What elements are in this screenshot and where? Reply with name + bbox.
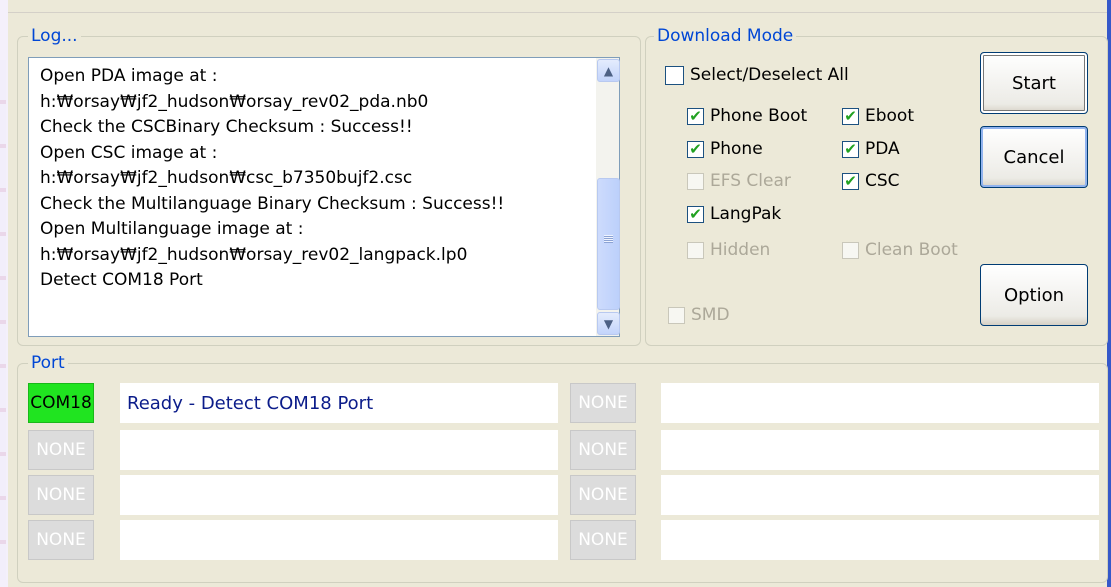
clean-boot-label: Clean Boot [865, 240, 958, 260]
port-title: Port [28, 353, 68, 373]
check-icon[interactable]: ✔ [687, 205, 704, 223]
port-name-cell: NONE [570, 520, 636, 560]
phone-label: Phone [710, 139, 763, 159]
efs-clear-label: EFS Clear [710, 171, 791, 191]
log-lines: Open PDA image at : h:₩orsay₩jf2_hudson₩… [40, 64, 600, 294]
port-name-cell: COM18 [28, 383, 94, 423]
log-line: Open CSC image at : [40, 142, 218, 163]
checkbox-box[interactable] [687, 172, 704, 190]
port-name-cell: NONE [28, 475, 94, 515]
langpak-label: LangPak [710, 204, 782, 224]
port-status [661, 383, 1099, 423]
port-status [120, 430, 558, 470]
log-line: Detect COM18 Port [40, 270, 203, 290]
port-status [661, 520, 1099, 560]
desktop-edge [0, 60, 6, 580]
clean-boot-checkbox[interactable]: Clean Boot [842, 240, 958, 260]
log-line: h:₩orsay₩jf2_hudson₩orsay_rev02_pda.nb0 [40, 91, 429, 112]
select-all-label: Select/Deselect All [690, 65, 849, 85]
check-icon[interactable]: ✔ [687, 140, 704, 158]
check-icon[interactable]: ✔ [842, 107, 859, 125]
start-button[interactable]: Start [980, 52, 1088, 114]
check-icon[interactable]: ✔ [687, 107, 704, 125]
checkbox-box[interactable] [687, 241, 704, 259]
port-status [120, 475, 558, 515]
port-name-cell: NONE [570, 475, 636, 515]
eboot-label: Eboot [865, 106, 914, 126]
log-line: h:₩orsay₩jf2_hudson₩csc_b7350bujf2.csc [40, 168, 413, 188]
hidden-checkbox[interactable]: Hidden [687, 240, 770, 260]
smd-checkbox[interactable]: SMD [668, 305, 730, 325]
port-name-cell: NONE [28, 520, 94, 560]
pda-label: PDA [865, 139, 900, 159]
smd-label: SMD [691, 305, 730, 325]
log-line: Open Multilanguage image at : [40, 219, 304, 239]
checkbox-box[interactable] [842, 241, 859, 259]
log-title: Log... [28, 26, 81, 46]
log-textarea[interactable]: Open PDA image at : h:₩orsay₩jf2_hudson₩… [28, 57, 620, 337]
csc-label: CSC [865, 171, 900, 191]
checkbox-box[interactable] [665, 65, 684, 85]
efs-clear-checkbox[interactable]: EFS Clear [687, 171, 791, 191]
port-status [120, 520, 558, 560]
port-name-cell: NONE [28, 430, 94, 470]
select-all-checkbox[interactable]: Select/Deselect All [665, 65, 849, 85]
csc-checkbox[interactable]: ✔ CSC [842, 171, 900, 191]
phone-boot-checkbox[interactable]: ✔ Phone Boot [687, 106, 807, 126]
grip-icon [604, 235, 613, 243]
phone-boot-label: Phone Boot [710, 106, 808, 126]
check-icon[interactable]: ✔ [842, 140, 859, 158]
port-status: Ready - Detect COM18 Port [120, 383, 558, 423]
log-line: Check the Multilanguage Binary Checksum … [40, 193, 505, 214]
checkbox-box[interactable] [668, 306, 685, 324]
scroll-up-icon[interactable]: ▲ [597, 59, 620, 82]
log-line: h:₩orsay₩jf2_hudson₩orsay_rev02_langpack… [40, 244, 468, 265]
scroll-thumb[interactable] [597, 178, 620, 310]
phone-checkbox[interactable]: ✔ Phone [687, 139, 763, 159]
port-name-cell: NONE [570, 383, 636, 423]
check-icon[interactable]: ✔ [842, 172, 859, 190]
port-status [661, 430, 1099, 470]
log-line: Open PDA image at : [40, 66, 218, 86]
pda-checkbox[interactable]: ✔ PDA [842, 139, 900, 159]
port-status [661, 475, 1099, 515]
log-group: Log... Open PDA image at : h:₩orsay₩jf2_… [17, 26, 641, 346]
langpak-checkbox[interactable]: ✔ LangPak [687, 204, 781, 224]
eboot-checkbox[interactable]: ✔ Eboot [842, 106, 914, 126]
scroll-down-icon[interactable]: ▼ [597, 312, 620, 335]
log-line: Check the CSCBinary Checksum : Success!! [40, 117, 413, 137]
hidden-label: Hidden [710, 240, 771, 260]
log-scrollbar[interactable]: ▲ ▼ [596, 58, 620, 336]
cancel-button[interactable]: Cancel [980, 126, 1088, 188]
top-band [8, 0, 1108, 13]
download-mode-title: Download Mode [654, 26, 797, 46]
port-name-cell: NONE [570, 430, 636, 470]
option-button[interactable]: Option [980, 264, 1088, 326]
